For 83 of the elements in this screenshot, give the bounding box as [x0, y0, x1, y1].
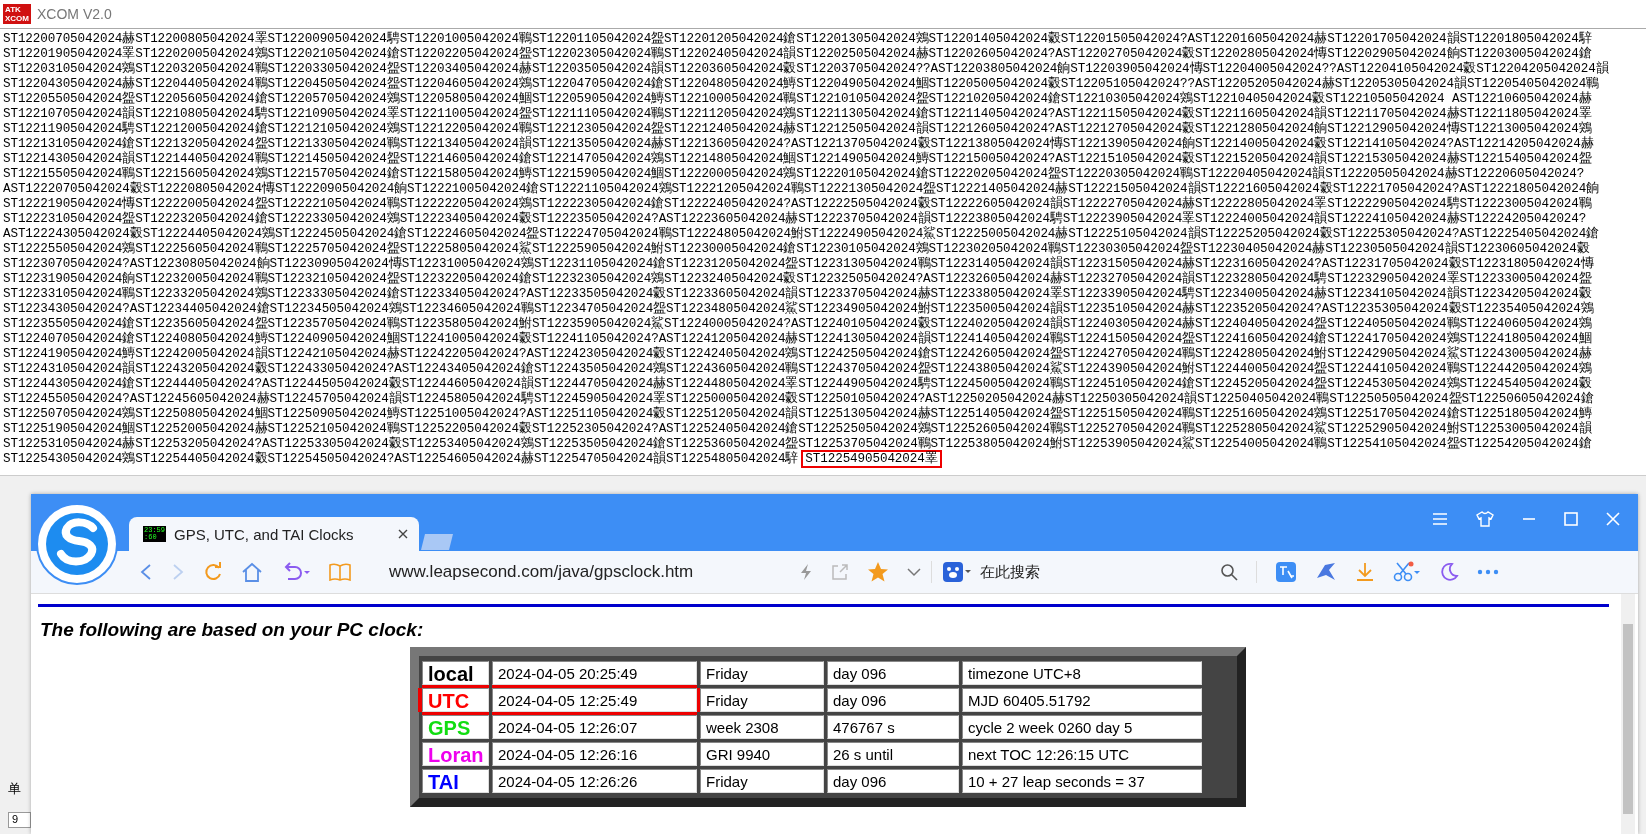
close-icon[interactable]	[397, 528, 409, 540]
window-title: XCOM V2.0	[37, 6, 112, 22]
clock-label: local	[422, 661, 489, 685]
serial-line: ST12231905042024餉ST12232005042024鶤ST12232105042024盌ST12232205042024鎗ST12232305042024鶟ST12232405042024豰ST12232505042024?AST12232605042024赫ST12232705042024韻ST12232805042024騁ST12232905042024睪ST12233005042024盌	[3, 272, 1592, 286]
paw-icon[interactable]	[942, 561, 972, 583]
serial-line: ST12241905042024鱄ST12242005042024韻ST12242105042024赫ST12242205042024?AST12242305042024豰ST12242405042024鶟ST12242505042024鎗ST12242605042024盌ST12242705042024鶤ST12242805042024鮒ST12242905042024鯊ST12243005042024赫	[3, 347, 1592, 361]
table-cell: 10 + 27 leap seconds = 37	[962, 769, 1202, 793]
table-cell: 2024-04-05 20:25:49	[492, 661, 697, 685]
translate-icon[interactable]	[1275, 561, 1297, 583]
serial-line: ST12204305042024赫ST12204405042024鶤ST12204505042024盌ST12204605042024鶟ST12204705042024鎗ST12204805042024鱄ST12204905042024鯝ST12205005042024豰ST12205105042024??AST12205205042024赫ST12205305042024韻ST12205405042024鶤	[3, 77, 1600, 91]
table-cell: 26 s until	[827, 742, 959, 766]
serial-line: ST12253105042024赫ST12253205042024?AST12253305042024豰ST12253405042024鶟ST12253505042024鎗ST12253605042024盌ST12253705042024鶤ST12253805042024鮒ST12253905042024鯊ST12254005042024鶤ST12254105042024盌ST12254205042024鎗	[3, 437, 1592, 451]
serial-line: ST12234305042024?AST12234405042024鎗ST12234505042024鶟ST12234605042024鶤ST12234705042024盌ST12234805042024鯊ST12234905042024鮒ST12235005042024韻ST12235105042024赫ST12235205042024?AST12235305042024豰ST12235405042024鶟	[3, 302, 1594, 316]
home-icon[interactable]	[241, 562, 263, 582]
serial-line: ST12235505042024鎗ST12235605042024盌ST12235705042024鶤ST12235805042024鮒ST12235905042024鯊ST12240005042024?AST12240105042024豰ST12240205042024韻ST12240305042024赫ST12240405042024盌ST12240505042024鶤ST12240605042024鶟	[3, 317, 1592, 331]
table-cell: week 2308	[700, 715, 824, 739]
serial-line: ST12233105042024鶤ST12233205042024鶟ST12233305042024鎗ST12233405042024?AST12233505042024豰ST12233605042024韻ST12233705042024赫ST12233805042024睪ST12233905042024騁ST12234005042024赫ST12234105042024韻ST12234205042024豰	[3, 287, 1592, 301]
lightning-icon[interactable]	[799, 563, 813, 581]
download-icon[interactable]	[1355, 562, 1375, 582]
highlighted-record: ST12254905042024睪	[801, 450, 942, 468]
table-cell: MJD 60405.51792	[962, 688, 1202, 712]
serial-line: ST12223105042024盌ST12223205042024鎗ST12223305042024鶟ST12223405042024豰ST12223505042024?AST12223605042024赫ST12223705042024韻ST12223805042024騁ST12223905042024睪ST12224005042024韻ST12224105042024赫ST12224205042024?	[3, 212, 1587, 226]
table-cell: Friday	[700, 769, 824, 793]
page-heading: The following are based on your PC clock:	[40, 619, 425, 641]
table-cell: 2024-04-05 12:26:07	[492, 715, 697, 739]
table-cell: timezone UTC+8	[962, 661, 1202, 685]
refresh-icon[interactable]	[203, 562, 223, 582]
serial-line: ST12240705042024鎗ST12240805042024鱄ST12240905042024鯝ST12241005042024豰ST12241105042024?AST12241205042024赫ST12241305042024韻ST12241405042024鶤ST12241505042024盌ST12241605042024鎗ST12241705042024鶟ST12241805042024鯝	[3, 332, 1592, 346]
option-label: 单	[8, 780, 21, 798]
new-tab-icon[interactable]	[419, 533, 455, 551]
back-icon[interactable]	[139, 563, 153, 581]
serial-line: ST12245505042024?AST12245605042024赫ST12245705042024韻ST12245805042024騁ST12245905042024睪ST12250005042024豰ST12250105042024?AST12250205042024赫ST12250305042024韻ST12250405042024鶤ST12250505042024盌ST12250605042024鎗	[3, 392, 1594, 406]
clock-label: TAI	[422, 769, 489, 793]
table-cell: 2024-04-05 12:25:49	[492, 688, 697, 712]
serial-line: ST12221905042024慱ST12222005042024盌ST12222105042024鶤ST12222205042024鶟ST12222305042024鎗ST12222405042024?AST12222505042024豰ST12222605042024韻ST12222705042024赫ST12222805042024睪ST12222905042024騁ST12223005042024鶤	[3, 197, 1592, 211]
table-cell: 2024-04-05 12:26:26	[492, 769, 697, 793]
serial-line: ST12215505042024鶤ST12215605042024鶟ST12215705042024鎗ST12215805042024鱄ST12215905042024鯝ST12220005042024鶟ST12220105042024鎗ST12220205042024盌ST12220305042024鶤ST12220405042024韻ST12220505042024赫ST12220605042024?	[3, 167, 1585, 181]
serial-line: ST12250705042024鶟ST12250805042024鯝ST12250905042024鱄ST12251005042024?AST12251105042024豰ST12251205042024韻ST12251305042024赫ST12251405042024盌ST12251505042024鶤ST12251605042024鶟ST12251705042024鎗ST12251805042024鱄	[3, 407, 1592, 421]
table-cell: next TOC 12:26:15 UTC	[962, 742, 1202, 766]
serial-line: ST12225505042024鶟ST12225605042024鶤ST12225705042024盌ST12225805042024鯊ST12225905042024鮒ST12230005042024鎗ST12230105042024鶟ST12230205042024鶤ST12230305042024盌ST12230405042024赫ST12230505042024韻ST12230605042024豰	[3, 242, 1590, 256]
serial-line: ST12210705042024韻ST12210805042024騁ST12210905042024睪ST12211005042024盌ST12211105042024鶤ST12211205042024鶟ST12211305042024鎗ST12211405042024?AST12211505042024豰ST12211605042024韻ST12211705042024赫ST12211805042024睪	[3, 107, 1592, 121]
app-logo: ATK XCOM	[3, 4, 31, 24]
table-cell: day 096	[827, 688, 959, 712]
address-field[interactable]: www.leapsecond.com/java/gpsclock.htm	[389, 562, 799, 582]
scissors-icon[interactable]	[1393, 561, 1421, 583]
search-field[interactable]: 在此搜索	[980, 562, 1220, 582]
table-cell: Friday	[700, 661, 824, 685]
serial-line: ST12254305042024鶟ST12254405042024豰ST12254505042024?AST12254605042024赫ST12254705042024韻ST12254805042024騂	[3, 452, 799, 466]
serial-line: AST12224305042024豰ST12224405042024鶟ST12224505042024鎗ST12224605042024盌ST12224705042024鶤ST12224805042024鮒ST12224905042024鯊ST12225005042024赫ST12225105042024韻ST12225205042024豰ST12225305042024?AST12225405042024鎗	[3, 227, 1600, 241]
serial-line: ST12251905042024鯝ST12252005042024赫ST12252105042024鶤ST12252205042024豰ST12252305042024?AST12252405042024鎗ST12252505042024鶟ST12252605042024鶤ST12252705042024鶤ST12252805042024鯊ST12252905042024鮒ST12253005042024韻	[3, 422, 1592, 436]
shirt-icon[interactable]	[1476, 511, 1494, 527]
table-cell: 476767 s	[827, 715, 959, 739]
more-icon[interactable]	[1477, 569, 1499, 575]
table-cell: day 096	[827, 661, 959, 685]
serial-line: ST12203105042024鶟ST12203205042024鶤ST12203305042024盌ST12203405042024赫ST12203505042024韻ST12203605042024豰ST12203705042024??AST12203805042024餉ST12203905042024慱ST12204005042024??AST12204105042024豰ST12204205042024韻	[3, 62, 1609, 76]
serial-line: ST12205505042024盌ST12205605042024鎗ST12205705042024鶟ST12205805042024鯝ST12205905042024鱄ST12210005042024鶤ST12210105042024盌ST12210205042024鎗ST12210305042024鶟ST12210405042024豰ST12210505042024 AST12210605042024赫	[3, 92, 1592, 106]
clock-label: GPS	[422, 715, 489, 739]
table-cell: cycle 2 week 0260 day 5	[962, 715, 1202, 739]
moon-icon[interactable]	[1439, 562, 1459, 582]
share-icon[interactable]	[831, 563, 849, 581]
bird-icon[interactable]	[1315, 562, 1337, 582]
chevron-down-icon[interactable]	[907, 567, 921, 577]
table-cell: 2024-04-05 12:26:16	[492, 742, 697, 766]
serial-line: ST12201905042024睪ST12202005042024鶟ST12202105042024鎗ST12202205042024盌ST12202305042024鶤ST12202405042024韻ST12202505042024赫ST12202605042024?AST12202705042024豰ST12202805042024慱ST12202905042024餉ST12203005042024鎗	[3, 47, 1592, 61]
table-cell: GRI 9940	[700, 742, 824, 766]
serial-line: ST12214305042024韻ST12214405042024鶤ST12214505042024盌ST12214605042024鎗ST12214705042024鶟ST12214805042024鯝ST12214905042024鱄ST12215005042024?AST12215105042024豰ST12215205042024韻ST12215305042024赫ST12215405042024盌	[3, 152, 1592, 166]
maximize-icon[interactable]	[1564, 512, 1578, 526]
menu-icon[interactable]	[1432, 512, 1448, 526]
star-icon[interactable]	[867, 561, 889, 583]
serial-line: ST12211905042024騁ST12212005042024鎗ST12212105042024鶟ST12212205042024鶤ST12212305042024盌ST12212405042024赫ST12212505042024韻ST12212605042024?AST12212705042024豰ST12212805042024餉ST12212905042024慱ST12213005042024鶟	[3, 122, 1592, 136]
clock-label: Loran	[422, 742, 489, 766]
book-icon[interactable]	[329, 563, 351, 581]
serial-line: ST12230705042024?AST12230805042024餉ST12230905042024慱ST12231005042024鶟ST12231105042024鎗ST12231205042024盌ST12231305042024鶤ST12231405042024韻ST12231505042024赫ST12231605042024?AST12231705042024豰ST12231805042024慱	[3, 257, 1594, 271]
serial-line: AST12220705042024豰ST12220805042024慱ST12220905042024餉ST12221005042024鎗ST12221105042024鶟ST12221205042024鶤ST12221305042024盌ST12221405042024赫ST12221505042024韻ST12221605042024豰ST12221705042024?AST12221805042024餉	[3, 182, 1600, 196]
input-field[interactable]: 9	[8, 812, 31, 828]
table-cell: day 096	[827, 769, 959, 793]
serial-line: ST12213105042024鎗ST12213205042024盌ST12213305042024鶤ST12213405042024韻ST12213505042024赫ST12213605042024?AST12213705042024豰ST12213805042024慱ST12213905042024餉ST12214005042024豰ST12214105042024?AST12214205042024赫	[3, 137, 1594, 151]
scrollbar[interactable]	[1621, 594, 1635, 834]
serial-line: ST12243105042024韻ST12243205042024豰ST12243305042024?AST12243405042024鎗ST12243505042024鶟ST12243605042024鶤ST12243705042024盌ST12243805042024鯊ST12243905042024鮒ST12244005042024盌ST12244105042024鶤ST12244205042024鶟	[3, 362, 1592, 376]
serial-line: ST12244305042024鎗ST12244405042024?AST12244505042024豰ST12244605042024韻ST12244705042024赫ST12244805042024睪ST12244905042024騁ST12245005042024鶤ST12245105042024鎗ST12245205042024盌ST12245305042024鶟ST12245405042024豰	[3, 377, 1592, 391]
search-icon[interactable]	[1220, 563, 1238, 581]
table-cell: Friday	[700, 688, 824, 712]
serial-line: ST12200705042024赫ST12200805042024睪ST12200905042024騁ST12201005042024鶤ST12201105042024盌ST12201205042024鎗ST12201305042024鶟ST12201405042024豰ST12201505042024?AST12201605042024赫ST12201705042024韻ST12201805042024騂	[3, 32, 1592, 46]
